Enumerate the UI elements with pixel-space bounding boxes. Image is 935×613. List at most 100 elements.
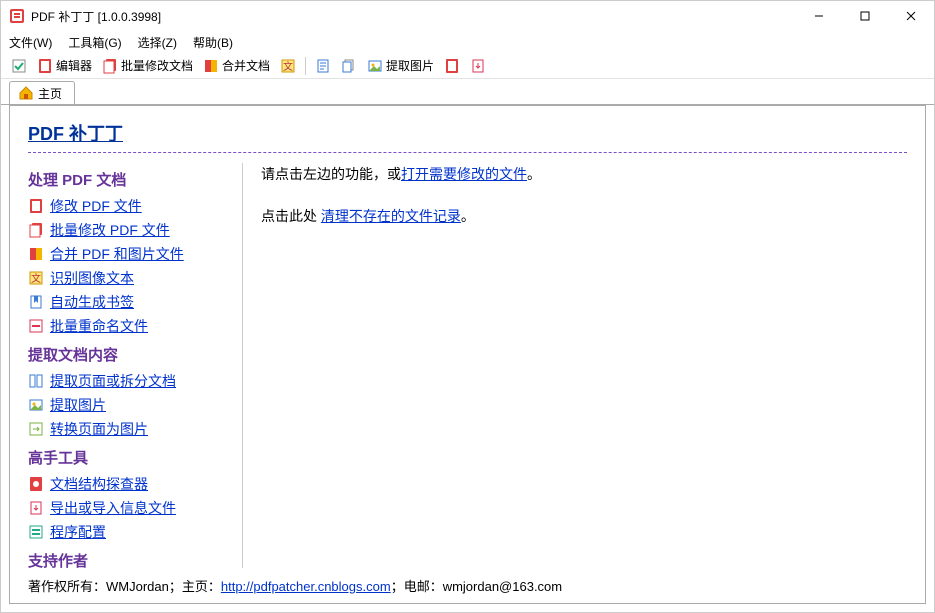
instruction-line-2: 点击此处 清理不存在的文件记录。 [261, 205, 907, 227]
text: 。 [461, 208, 475, 224]
app-icon [9, 8, 25, 24]
link-modify-pdf[interactable]: 修改 PDF 文件 [50, 196, 142, 216]
link-extract-image[interactable]: 提取图片 [50, 395, 106, 415]
tab-home[interactable]: 主页 [9, 81, 75, 105]
menu-file[interactable]: 文件(W) [9, 34, 52, 51]
menubar: 文件(W) 工具箱(G) 选择(Z) 帮助(B) [1, 31, 934, 53]
pdf-icon [28, 198, 44, 214]
pdf-icon [37, 58, 53, 74]
ocr-icon: 文 [28, 270, 44, 286]
rename-icon [28, 318, 44, 334]
page-title: PDF 补丁丁 [28, 120, 907, 146]
pdf-stack-icon [102, 58, 118, 74]
pdf-red-icon [444, 58, 460, 74]
section-advanced-list: 文档结构探查器 导出或导入信息文件 程序配置 [28, 472, 232, 544]
bookmark-icon [28, 294, 44, 310]
link-export-info[interactable]: 导出或导入信息文件 [50, 498, 176, 518]
image-icon [28, 397, 44, 413]
list-item: 自动生成书签 [28, 290, 232, 314]
link-merge[interactable]: 合并 PDF 和图片文件 [50, 244, 184, 264]
list-item: 提取页面或拆分文档 [28, 369, 232, 393]
sidebar: 处理 PDF 文档 修改 PDF 文件 批量修改 PDF 文件 合并 PDF 和… [28, 163, 243, 568]
section-support-title: 支持作者 [28, 550, 232, 568]
main-area: 请点击左边的功能，或打开需要修改的文件。 点击此处 清理不存在的文件记录。 [243, 163, 907, 568]
split-icon [28, 373, 44, 389]
home-icon [18, 85, 34, 101]
link-convert-image[interactable]: 转换页面为图片 [50, 419, 148, 439]
footer-homepage-link[interactable]: http://pdfpatcher.cnblogs.com [221, 579, 391, 594]
pdf-stack-icon [28, 222, 44, 238]
toolbar-checkbox[interactable] [7, 56, 31, 76]
list-item: 程序配置 [28, 520, 232, 544]
maximize-button[interactable] [842, 1, 888, 31]
list-item: 批量修改 PDF 文件 [28, 218, 232, 242]
inspect-icon [28, 476, 44, 492]
link-settings[interactable]: 程序配置 [50, 522, 106, 542]
content-panel: PDF 补丁丁 处理 PDF 文档 修改 PDF 文件 批量修改 PDF 文件 … [9, 105, 926, 604]
titlebar: PDF 补丁丁 [1.0.0.3998] [1, 1, 934, 31]
svg-text:文: 文 [31, 272, 41, 285]
section-process-title: 处理 PDF 文档 [28, 169, 232, 190]
divider [28, 152, 907, 153]
section-extract-title: 提取文档内容 [28, 344, 232, 365]
toolbar-editor[interactable]: 编辑器 [33, 55, 96, 76]
link-rename[interactable]: 批量重命名文件 [50, 316, 148, 336]
list-item: 提取图片 [28, 393, 232, 417]
list-item: 文识别图像文本 [28, 266, 232, 290]
tabstrip: 主页 [1, 79, 934, 105]
text: 。 [527, 166, 541, 182]
list-item: 转换页面为图片 [28, 417, 232, 441]
link-ocr[interactable]: 识别图像文本 [50, 268, 134, 288]
toolbar-extract-image-label: 提取图片 [386, 57, 434, 74]
minimize-button[interactable] [796, 1, 842, 31]
ocr-icon: 文 [280, 58, 296, 74]
close-button[interactable] [888, 1, 934, 31]
merge-icon [203, 58, 219, 74]
svg-text:文: 文 [283, 60, 293, 73]
toolbar-copy[interactable] [337, 56, 361, 76]
checkbox-icon [11, 58, 27, 74]
list-item: 导出或导入信息文件 [28, 496, 232, 520]
section-advanced-title: 高手工具 [28, 447, 232, 468]
toolbar-ocr[interactable]: 文 [276, 56, 300, 76]
list-item: 合并 PDF 和图片文件 [28, 242, 232, 266]
link-split[interactable]: 提取页面或拆分文档 [50, 371, 176, 391]
footer-email: wmjordan@163.com [443, 579, 562, 594]
link-bookmark[interactable]: 自动生成书签 [50, 292, 134, 312]
toolbar-merge-label: 合并文档 [222, 57, 270, 74]
window-controls [796, 1, 934, 31]
settings-icon [28, 524, 44, 540]
footer-email-label: ；电邮： [391, 579, 443, 594]
menu-toolbox[interactable]: 工具箱(G) [68, 34, 121, 51]
export-icon [470, 58, 486, 74]
link-clean-records[interactable]: 清理不存在的文件记录 [321, 208, 461, 224]
link-inspector[interactable]: 文档结构探查器 [50, 474, 148, 494]
page-extract-icon [315, 58, 331, 74]
toolbar-batch-modify[interactable]: 批量修改文档 [98, 55, 197, 76]
toolbar-batch-label: 批量修改文档 [121, 57, 193, 74]
text: 点击此处 [261, 208, 321, 224]
export-icon [28, 500, 44, 516]
toolbar-extract-image[interactable]: 提取图片 [363, 55, 438, 76]
toolbar-pdf2[interactable] [440, 56, 464, 76]
list-item: 修改 PDF 文件 [28, 194, 232, 218]
text: 请点击左边的功能，或 [261, 166, 401, 182]
toolbar: 编辑器 批量修改文档 合并文档 文 提取图片 [1, 53, 934, 79]
convert-icon [28, 421, 44, 437]
menu-select[interactable]: 选择(Z) [138, 34, 177, 51]
section-process-list: 修改 PDF 文件 批量修改 PDF 文件 合并 PDF 和图片文件 文识别图像… [28, 194, 232, 338]
list-item: 文档结构探查器 [28, 472, 232, 496]
section-extract-list: 提取页面或拆分文档 提取图片 转换页面为图片 [28, 369, 232, 441]
image-icon [367, 58, 383, 74]
copy-icon [341, 58, 357, 74]
footer: 著作权所有：WMJordan；主页：http://pdfpatcher.cnbl… [28, 576, 907, 595]
toolbar-editor-label: 编辑器 [56, 57, 92, 74]
toolbar-extract-page[interactable] [311, 56, 335, 76]
toolbar-merge[interactable]: 合并文档 [199, 55, 274, 76]
toolbar-separator [305, 57, 306, 75]
footer-copyright: 著作权所有：WMJordan；主页： [28, 579, 221, 594]
toolbar-export[interactable] [466, 56, 490, 76]
link-batch-modify[interactable]: 批量修改 PDF 文件 [50, 220, 170, 240]
link-open-file[interactable]: 打开需要修改的文件 [401, 166, 527, 182]
menu-help[interactable]: 帮助(B) [193, 34, 233, 51]
